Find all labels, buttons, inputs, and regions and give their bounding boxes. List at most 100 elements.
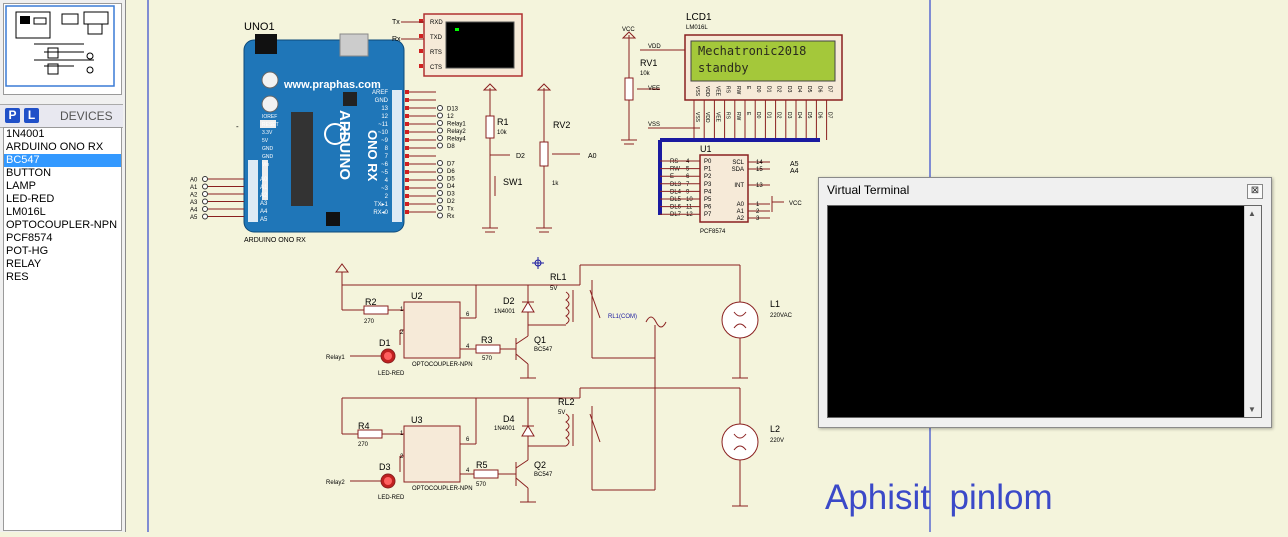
l1-label: L1	[770, 299, 780, 309]
uno-pin-marker	[405, 154, 409, 158]
net-terminal	[202, 213, 208, 220]
lcd-ref-label: LCD1	[686, 12, 712, 23]
lcd-pin-label: D2	[776, 86, 782, 93]
device-item[interactable]: LED-RED	[4, 193, 121, 206]
lcd-net-label: VSS	[694, 112, 700, 123]
d1-label: D1	[379, 338, 391, 348]
vcc-label: VCC	[622, 27, 635, 33]
uno-pin-label: ~5	[381, 170, 389, 176]
lcd-net-label: VDD	[704, 112, 710, 123]
pcf-net-label: DL3	[670, 182, 682, 188]
pcf-pin-label: P3	[704, 182, 712, 188]
virtual-terminal-window[interactable]: Virtual Terminal ⊠ ▲ ▼	[818, 177, 1272, 428]
uno-pin-label: 12	[381, 114, 388, 120]
pcf-pin-label: SDA	[732, 167, 744, 173]
rv1-label: RV1	[640, 58, 657, 68]
board-website-text: www.praphas.com	[283, 79, 381, 91]
svg-text:VCC: VCC	[789, 201, 802, 207]
uno-pin-marker	[405, 114, 409, 118]
lcd-pin-label: D3	[786, 86, 792, 93]
net-label: Relay1	[447, 122, 466, 128]
tx-net-label: Tx	[392, 19, 400, 26]
device-item[interactable]: BUTTON	[4, 167, 121, 180]
net-terminal	[437, 135, 443, 141]
net-terminal	[437, 105, 443, 111]
pcf-pin-label: A1	[737, 209, 745, 215]
net-terminal	[437, 167, 443, 174]
pcf-pin-label: A0	[737, 202, 745, 208]
devices-header: P L DEVICES	[0, 104, 123, 128]
device-item[interactable]: PCF8574	[4, 232, 121, 245]
device-item[interactable]: ARDUINO ONO RX	[4, 141, 121, 154]
net-label: Tx	[447, 207, 454, 213]
u2-type-label: OPTOCOUPLER-NPN	[412, 362, 473, 368]
net-terminal	[202, 191, 208, 197]
uno-pin-marker	[405, 170, 409, 174]
pcf-type-label: PCF8574	[700, 229, 726, 235]
net-label: A1	[190, 185, 198, 191]
board-arduino-text: ARDUINO	[336, 110, 353, 180]
device-item[interactable]: POT-HG	[4, 245, 121, 258]
net-terminal	[437, 212, 443, 219]
relay2-net-label: Relay2	[326, 480, 345, 486]
net-terminal	[202, 183, 208, 190]
device-item[interactable]: BC547	[4, 154, 121, 167]
uno-pin-label: RX◂0	[373, 210, 388, 216]
net-terminal	[437, 112, 443, 119]
terminal-output[interactable]: ▲ ▼	[827, 205, 1262, 418]
device-item[interactable]: LAMP	[4, 180, 121, 193]
pcf-pin-number: 2	[756, 209, 760, 215]
r5-value: 570	[476, 482, 487, 488]
device-item[interactable]: RELAY	[4, 258, 121, 271]
d1-led	[384, 352, 392, 360]
q1-label: Q1	[534, 335, 546, 345]
library-manager-button[interactable]: L	[24, 108, 39, 123]
pcf-net-label: DL7	[670, 212, 682, 218]
uno-analog-pin-label: A4	[260, 209, 268, 215]
lcd-net-label: D5	[806, 112, 812, 119]
net-terminal	[437, 190, 443, 196]
net-terminal	[437, 205, 443, 211]
terminal-scrollbar[interactable]: ▲ ▼	[1244, 206, 1261, 417]
rv2-label: RV2	[553, 120, 570, 130]
vt-pin-marker	[419, 34, 423, 38]
pcf-pin-number: 6	[686, 174, 690, 180]
net-label: D5	[447, 177, 455, 183]
device-list[interactable]: 1N4001 ARDUINO ONO RX BC547 BUTTON LAMP LED-R…	[3, 127, 122, 531]
q2-type-label: BC547	[534, 472, 553, 478]
device-item[interactable]: OPTOCOUPLER-NPN	[4, 219, 121, 232]
pcf-pin-label: P0	[704, 159, 712, 165]
vt-pin-label: TXD	[430, 35, 443, 41]
a5-net-label: A5	[790, 161, 799, 168]
device-item[interactable]: LM016L	[4, 206, 121, 219]
overview-thumbnail	[5, 5, 115, 87]
svg-text:6: 6	[466, 437, 470, 443]
scroll-down-icon[interactable]: ▼	[1248, 405, 1256, 414]
pcf-net-label: RW	[670, 167, 680, 173]
device-item[interactable]: 1N4001	[4, 128, 121, 141]
uno-pin-label: ~3	[381, 186, 389, 192]
overview-window[interactable]	[3, 3, 122, 95]
net-label: D13	[447, 107, 459, 113]
close-icon[interactable]: ⊠	[1247, 184, 1263, 199]
device-panel: P L DEVICES 1N4001 ARDUINO ONO RX BC547 BUT…	[0, 0, 126, 532]
lcd-net-label: D1	[765, 112, 771, 119]
scroll-up-icon[interactable]: ▲	[1248, 209, 1256, 218]
pcf-net-label: DL6	[670, 205, 682, 211]
d3-label: D3	[379, 462, 391, 472]
lcd-pin-label: VSS	[694, 86, 700, 97]
pick-devices-button[interactable]: P	[5, 108, 20, 123]
vt-pin-marker	[419, 49, 423, 53]
lcd-pin-label: D4	[796, 86, 802, 93]
vt-pin-label: RXD	[430, 20, 443, 26]
l2-voltage: 220V	[770, 438, 784, 444]
device-item[interactable]: RES	[4, 271, 121, 284]
r4-label: R4	[358, 421, 370, 431]
net-label: D3	[447, 192, 455, 198]
uno-power-pin-label: Vin	[262, 162, 269, 168]
uno-power-pin-label: RESET	[262, 122, 279, 128]
net-label: 12	[447, 114, 454, 120]
a4-net-label: A4	[790, 168, 799, 175]
lcd-net-label: VEE	[714, 112, 720, 123]
rl1-voltage: 5V	[550, 286, 557, 292]
